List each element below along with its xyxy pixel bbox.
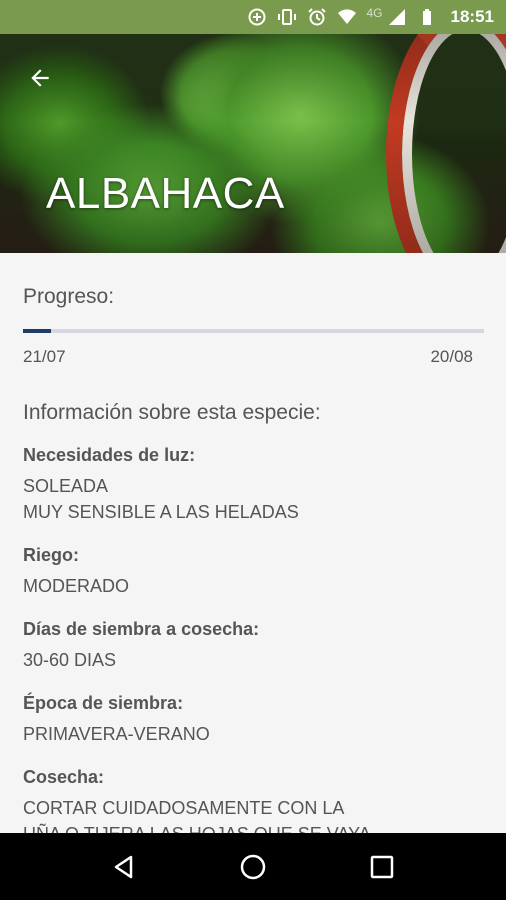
clock: 18:51: [450, 7, 494, 26]
progress-fill: [23, 329, 51, 333]
header-image: ALBAHACA: [0, 34, 506, 253]
field-label: Riego:: [23, 545, 79, 565]
start-date: 21/07: [23, 347, 66, 366]
status-bar: 4G 18:51: [0, 0, 506, 34]
field-label: Días de siembra a cosecha:: [23, 619, 260, 639]
field-sowing-season: Época de siembra: PRIMAVERA-VERANO: [23, 693, 484, 747]
nav-recents-icon: [370, 855, 393, 878]
signal-icon: [387, 7, 407, 27]
field-days-to-harvest: Días de siembra a cosecha: 30-60 DIAS: [23, 619, 484, 673]
field-label: Cosecha:: [23, 767, 105, 787]
back-button[interactable]: [22, 60, 58, 96]
field-value: MODERADO: [23, 576, 130, 596]
nav-back-icon: [115, 855, 133, 878]
field-value: PRIMAVERA-VERANO: [23, 724, 210, 744]
alarm-icon: [307, 7, 327, 27]
navigation-bar: [0, 833, 506, 900]
field-watering: Riego: MODERADO: [23, 545, 484, 599]
detail-content[interactable]: Progreso: 21/07 20/08 Información sobre …: [0, 253, 506, 833]
field-label: Necesidades de luz:: [23, 445, 196, 465]
field-harvest: Cosecha: CORTAR CUIDADOSAMENTE CON LA UÑ…: [23, 767, 484, 833]
progress-dates: 21/07 20/08: [23, 347, 473, 367]
field-value: SOLEADA MUY SENSIBLE A LAS HELADAS: [23, 476, 299, 522]
data-saver-icon: [247, 7, 267, 27]
vibrate-icon: [277, 7, 297, 27]
field-value: CORTAR CUIDADOSAMENTE CON LA UÑA O TIJER…: [23, 798, 371, 833]
arrow-back-icon: [31, 69, 49, 87]
progress-bar: [23, 329, 484, 333]
network-type: 4G: [366, 6, 383, 20]
info-heading: Información sobre esta especie:: [23, 401, 321, 424]
progress-label: Progreso:: [23, 285, 115, 308]
nav-home-button[interactable]: [233, 847, 273, 887]
nav-home-icon: [240, 854, 266, 879]
end-date: 20/08: [430, 347, 473, 366]
field-label: Época de siembra:: [23, 693, 184, 713]
field-light: Necesidades de luz: SOLEADA MUY SENSIBLE…: [23, 445, 484, 525]
battery-icon: [417, 7, 437, 27]
wifi-icon: [337, 7, 357, 27]
page-title: ALBAHACA: [46, 169, 285, 218]
nav-back-button[interactable]: [104, 847, 144, 887]
nav-recents-button[interactable]: [362, 847, 402, 887]
field-value: 30-60 DIAS: [23, 650, 117, 670]
